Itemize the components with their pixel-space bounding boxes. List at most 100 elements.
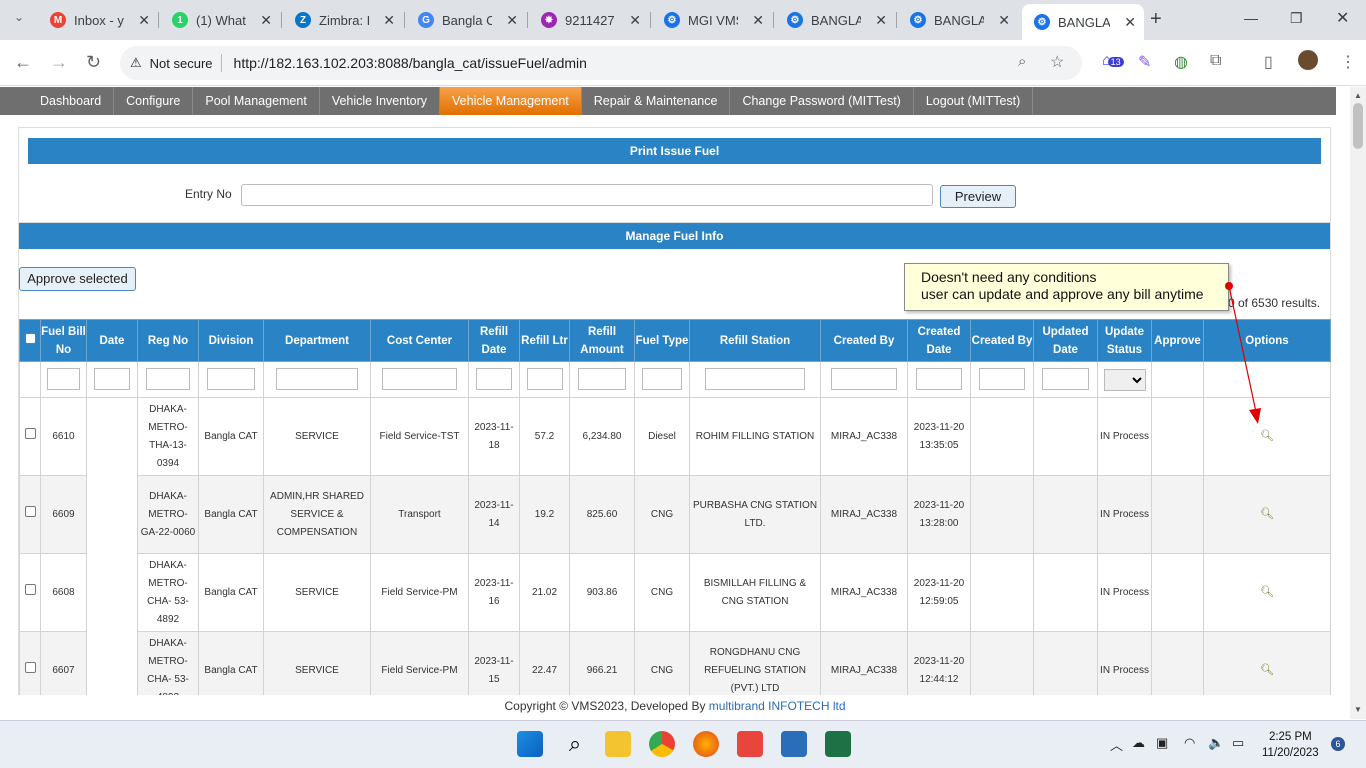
column-header[interactable]: Created Date — [907, 319, 971, 362]
column-filter-input[interactable] — [978, 368, 1026, 391]
search-icon[interactable]: ⌕ — [562, 731, 588, 757]
scroll-up-icon[interactable]: ▲ — [1354, 91, 1362, 100]
excel-icon[interactable] — [825, 731, 851, 757]
scroll-thumb[interactable] — [1353, 103, 1363, 149]
new-tab-button[interactable]: + — [1150, 8, 1162, 31]
column-header[interactable]: Division — [198, 319, 264, 362]
security-label[interactable]: Not secure — [150, 56, 213, 71]
approve-selected-button[interactable]: Approve selected — [19, 267, 136, 291]
back-icon[interactable]: ← — [14, 52, 32, 73]
browser-tab[interactable]: ⚙ MGI VMS ✕ — [652, 6, 772, 34]
column-header[interactable]: Refill Amount — [569, 319, 635, 362]
row-checkbox-cell[interactable] — [19, 553, 41, 632]
browser-tab[interactable]: G Bangla CA ✕ — [406, 6, 526, 34]
tray-chevron-icon[interactable]: ︿ — [1110, 735, 1123, 754]
column-filter-input[interactable] — [526, 368, 563, 391]
column-filter-input[interactable] — [578, 368, 626, 391]
browser-tab[interactable]: 1 (1) Whats ✕ — [160, 6, 280, 34]
tab-close-icon[interactable]: ✕ — [260, 12, 272, 29]
row-checkbox[interactable] — [24, 661, 36, 673]
select-all-checkbox-cell[interactable] — [19, 319, 41, 362]
column-header[interactable]: Fuel Type — [634, 319, 690, 362]
extension-icon[interactable]: ⌂13 — [1102, 52, 1124, 70]
browser-tab[interactable]: M Inbox - yo ✕ — [38, 6, 158, 34]
puzzle-icon[interactable]: ⧉ — [1210, 52, 1221, 70]
preview-button[interactable]: Preview — [940, 185, 1016, 208]
menu-item-change-password-mittest[interactable]: Change Password (MITTest) — [730, 87, 914, 115]
zoom-icon[interactable]: ⌕ — [1018, 53, 1026, 70]
tab-close-icon[interactable]: ✕ — [506, 12, 518, 29]
onedrive-icon[interactable]: ☁ — [1132, 735, 1145, 751]
teamviewer-icon[interactable] — [781, 731, 807, 757]
battery-icon[interactable]: ▭ — [1232, 735, 1244, 751]
update-status-filter[interactable] — [1103, 368, 1146, 391]
tab-close-icon[interactable]: ✕ — [752, 12, 764, 29]
row-checkbox[interactable] — [24, 505, 36, 517]
column-header[interactable]: Refill Ltr — [519, 319, 570, 362]
chrome-icon[interactable] — [649, 731, 675, 757]
column-filter-input[interactable] — [276, 368, 358, 391]
pen-icon[interactable]: ✎ — [1138, 52, 1151, 72]
column-filter-input[interactable] — [1041, 368, 1090, 391]
wifi-icon[interactable]: ◠ — [1184, 735, 1195, 751]
menu-item-repair-maintenance[interactable]: Repair & Maintenance — [582, 87, 731, 115]
entry-no-input[interactable] — [241, 184, 933, 206]
minimize-icon[interactable]: — — [1244, 10, 1258, 26]
browser-tab[interactable]: ⚙ BANGLA ✕ — [1022, 4, 1144, 40]
tab-close-icon[interactable]: ✕ — [998, 12, 1010, 29]
close-window-icon[interactable]: ✕ — [1336, 8, 1349, 28]
column-filter-input[interactable] — [145, 368, 191, 391]
globe-icon[interactable]: ◍ — [1174, 52, 1188, 72]
browser-tab[interactable]: Z Zimbra: I ✕ — [283, 6, 403, 34]
menu-item-logout-mittest[interactable]: Logout (MITTest) — [914, 87, 1034, 115]
volume-icon[interactable]: 🔈 — [1208, 735, 1224, 751]
column-header[interactable]: Reg No — [137, 319, 199, 362]
column-filter-input[interactable] — [704, 368, 806, 391]
row-checkbox-cell[interactable] — [19, 475, 41, 554]
column-filter-input[interactable] — [47, 368, 80, 391]
column-header[interactable]: Refill Date — [468, 319, 520, 362]
profile-avatar[interactable] — [1298, 50, 1318, 70]
browser-tab[interactable]: ⚙ BANGLA ✕ — [775, 6, 895, 34]
column-filter-input[interactable] — [475, 368, 513, 391]
column-filter-input[interactable] — [831, 368, 897, 391]
column-header[interactable]: Refill Station — [689, 319, 821, 362]
anydesk-icon[interactable] — [737, 731, 763, 757]
select-all-checkbox[interactable] — [24, 332, 36, 344]
menu-item-pool-management[interactable]: Pool Management — [193, 87, 320, 115]
view-details-icon[interactable]: 🔍︎ — [1260, 505, 1274, 523]
menu-item-vehicle-management[interactable]: Vehicle Management — [440, 87, 582, 115]
row-checkbox[interactable] — [24, 427, 36, 439]
scroll-down-icon[interactable]: ▼ — [1354, 705, 1362, 714]
windows-start-icon[interactable] — [517, 731, 543, 757]
column-header[interactable]: Update Status — [1097, 319, 1152, 362]
view-details-icon[interactable]: 🔍︎ — [1260, 661, 1274, 679]
reload-icon[interactable]: ↻ — [86, 52, 101, 73]
column-header[interactable]: Updated Date — [1033, 319, 1098, 362]
notification-badge[interactable]: 6 — [1331, 737, 1345, 751]
row-checkbox[interactable] — [24, 583, 36, 595]
column-header[interactable]: Approve — [1151, 319, 1204, 362]
footer-developer-link[interactable]: multibrand INFOTECH ltd — [709, 699, 846, 713]
column-header[interactable]: Cost Center — [370, 319, 469, 362]
column-header[interactable]: Date — [86, 319, 138, 362]
column-header[interactable]: Created By — [970, 319, 1034, 362]
column-filter-input[interactable] — [642, 368, 682, 391]
menu-item-vehicle-inventory[interactable]: Vehicle Inventory — [320, 87, 441, 115]
kebab-menu-icon[interactable]: ⋮ — [1340, 52, 1356, 72]
omnibox[interactable]: ⚠ Not secure http://182.163.102.203:8088… — [120, 46, 1082, 80]
page-scrollbar[interactable]: ▲ ▼ — [1350, 87, 1366, 719]
bookmark-star-icon[interactable]: ☆ — [1050, 52, 1064, 72]
sidepanel-icon[interactable]: ▯ — [1264, 52, 1273, 72]
view-details-icon[interactable]: 🔍︎ — [1260, 583, 1274, 601]
menu-item-configure[interactable]: Configure — [114, 87, 194, 115]
row-checkbox-cell[interactable] — [19, 631, 41, 695]
warning-icon[interactable]: ⚠ — [130, 55, 142, 71]
column-header[interactable]: Department — [263, 319, 371, 362]
browser-tab[interactable]: ⚙ BANGLA ✕ — [898, 6, 1018, 34]
column-filter-input[interactable] — [382, 368, 457, 391]
file-explorer-icon[interactable] — [605, 731, 631, 757]
browser-tab[interactable]: ✸ 92114271 ✕ — [529, 6, 649, 34]
column-header[interactable]: Fuel Bill No — [40, 319, 87, 362]
system-clock[interactable]: 2:25 PM 11/20/2023 — [1262, 729, 1319, 761]
